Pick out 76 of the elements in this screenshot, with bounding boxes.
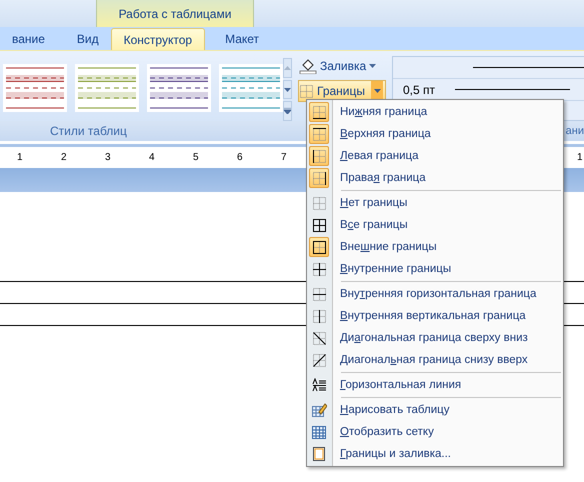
ribbon-tab[interactable]: Конструктор xyxy=(110,28,206,50)
shading-button[interactable]: Заливка xyxy=(298,55,380,77)
scroll-down-button[interactable] xyxy=(283,80,292,100)
pen-weight[interactable]: 0,5 пт xyxy=(403,82,436,96)
menu-item-label: Отобразить сетку xyxy=(340,426,434,438)
expand-icon xyxy=(284,108,291,114)
menu-item[interactable]: Левая граница xyxy=(307,145,563,167)
menu-item[interactable]: Все границы xyxy=(307,214,563,236)
ruler-number: 1 xyxy=(17,152,23,163)
down-arrow-icon xyxy=(284,88,291,92)
grid-icon xyxy=(311,424,327,440)
ruler-number: 5 xyxy=(193,152,199,163)
menu-item-label: Нет границы xyxy=(340,197,408,209)
menu-item-label: Все границы xyxy=(340,219,408,231)
menu-item-label: Нарисовать таблицу xyxy=(340,404,450,416)
ruler-number: 1 xyxy=(577,152,583,163)
border-icon xyxy=(312,218,326,232)
menu-item[interactable]: Верхняя граница xyxy=(307,123,563,145)
contextual-tab-group: Работа с таблицами xyxy=(96,0,254,27)
menu-item-label: Внутренняя вертикальная граница xyxy=(340,310,526,322)
border-icon xyxy=(312,196,326,210)
menu-item[interactable]: Внутренняя вертикальная граница xyxy=(307,305,563,327)
border-icon xyxy=(312,240,326,254)
menu-item[interactable]: Внутренняя горизонтальная граница xyxy=(307,283,563,305)
group-label: Стили таблиц xyxy=(50,124,127,138)
menu-item[interactable]: Нет границы xyxy=(307,192,563,214)
border-icon xyxy=(312,286,326,302)
menu-item[interactable]: Диагональная граница снизу вверх xyxy=(307,349,563,371)
menu-item-label: Правая граница xyxy=(340,172,426,184)
menu-item[interactable]: Диагональная граница сверху вниз xyxy=(307,327,563,349)
page-icon xyxy=(312,446,326,462)
table-style-thumbnail[interactable] xyxy=(3,64,67,112)
border-icon xyxy=(312,352,326,368)
border-icon xyxy=(312,170,326,186)
border-icon xyxy=(312,330,326,346)
menu-item-label: Левая граница xyxy=(340,150,418,162)
border-icon xyxy=(312,104,326,120)
menu-item-label: Внутренние границы xyxy=(340,263,452,275)
ribbon-tab[interactable]: вание xyxy=(0,28,57,50)
menu-item-label: Верхняя граница xyxy=(340,128,431,140)
table-style-thumbnail[interactable] xyxy=(147,64,211,112)
border-icon xyxy=(312,126,326,142)
menu-item[interactable]: Границы и заливка... xyxy=(307,443,563,465)
ribbon-tab[interactable]: Макет xyxy=(213,28,272,50)
table-style-thumbnail[interactable] xyxy=(75,64,139,112)
more-button[interactable] xyxy=(283,101,292,122)
pencil-table-icon xyxy=(311,402,327,418)
ruler-number: 4 xyxy=(149,152,155,163)
border-icon xyxy=(312,308,326,324)
menu-item-label: Границы и заливка... xyxy=(340,448,452,460)
ruler-number: 3 xyxy=(105,152,111,163)
caret-icon xyxy=(369,64,376,68)
caret-icon xyxy=(374,89,380,93)
horizontal-line-icon xyxy=(312,378,326,392)
menu-item-label: Внешние границы xyxy=(340,241,437,253)
ruler-number: 6 xyxy=(237,152,243,163)
menu-item-label: Горизонтальная линия xyxy=(340,379,462,391)
ribbon-tab[interactable]: Вид xyxy=(64,28,111,50)
ruler-number: 2 xyxy=(61,152,67,163)
menu-item[interactable]: Горизонтальная линия xyxy=(307,374,563,396)
table-style-thumbnail[interactable] xyxy=(219,64,283,112)
ruler-number: 7 xyxy=(281,152,287,163)
menu-item-label: Диагональная граница снизу вверх xyxy=(340,354,528,366)
menu-item[interactable]: Нарисовать таблицу xyxy=(307,399,563,421)
menu-item[interactable]: Внутренние границы xyxy=(307,258,563,280)
group-label: ани xyxy=(566,125,584,137)
menu-item-label: Нижняя граница xyxy=(340,106,428,118)
menu-item[interactable]: Внешние границы xyxy=(307,236,563,258)
border-icon xyxy=(312,262,326,276)
up-arrow-icon xyxy=(284,66,291,70)
menu-item[interactable]: Отобразить сетку xyxy=(307,421,563,443)
menu-item-label: Внутренняя горизонтальная граница xyxy=(340,288,536,300)
menu-item[interactable]: Нижняя граница xyxy=(307,101,563,123)
border-icon xyxy=(312,148,326,164)
paint-bucket-icon xyxy=(299,58,317,74)
menu-item-label: Диагональная граница сверху вниз xyxy=(340,332,528,344)
